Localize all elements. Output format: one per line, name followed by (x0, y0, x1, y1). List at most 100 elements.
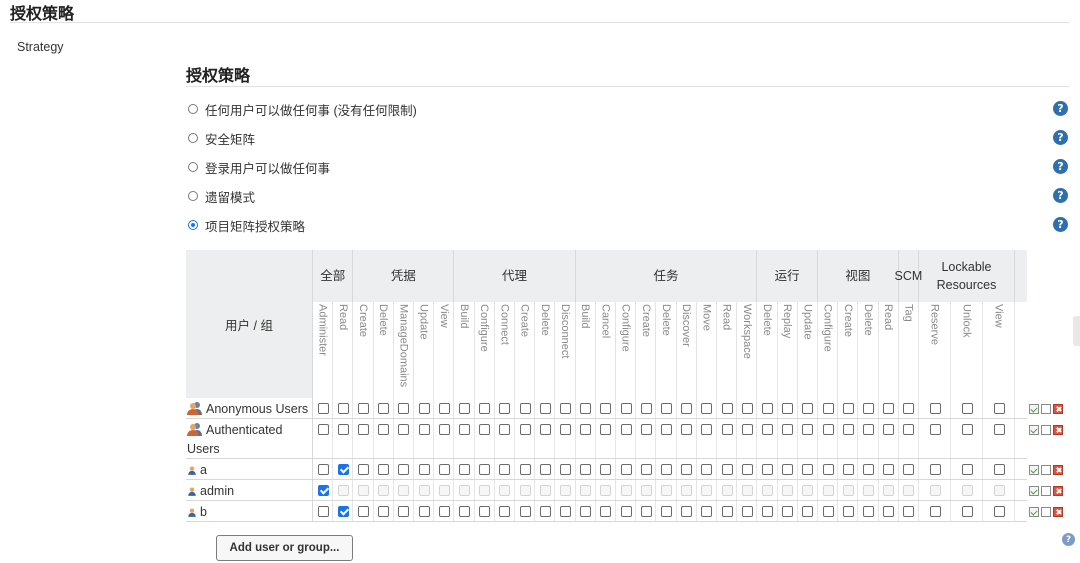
permission-checkbox[interactable] (499, 485, 511, 496)
permission-checkbox[interactable] (317, 403, 329, 414)
permission-checkbox[interactable] (499, 506, 511, 517)
permission-checkbox[interactable] (378, 403, 390, 414)
permission-checkbox[interactable] (721, 464, 733, 475)
permission-checkbox[interactable] (903, 403, 915, 414)
permission-checkbox[interactable] (993, 485, 1005, 496)
permission-checkbox[interactable] (640, 424, 652, 435)
permission-checkbox[interactable] (883, 506, 895, 517)
permission-checkbox[interactable] (438, 403, 450, 414)
select-all-icon[interactable] (1029, 486, 1039, 496)
permission-checkbox[interactable] (459, 485, 470, 496)
permission-checkbox[interactable] (560, 485, 571, 496)
permission-checkbox[interactable] (539, 403, 551, 414)
strategy-radio[interactable] (188, 220, 198, 230)
permission-checkbox[interactable] (701, 424, 713, 435)
permission-checkbox[interactable] (661, 403, 672, 414)
permission-checkbox[interactable] (499, 424, 511, 435)
permission-checkbox[interactable] (993, 464, 1005, 475)
permission-checkbox[interactable] (741, 485, 753, 496)
permission-checkbox[interactable] (519, 506, 531, 517)
permission-checkbox[interactable] (661, 464, 672, 475)
permission-checkbox[interactable] (822, 506, 834, 517)
permission-checkbox[interactable] (580, 403, 592, 414)
permission-checkbox[interactable] (358, 464, 369, 475)
permission-checkbox[interactable] (961, 464, 973, 475)
remove-icon[interactable] (1053, 507, 1063, 517)
permission-checkbox[interactable] (802, 485, 814, 496)
permission-checkbox[interactable] (681, 403, 693, 414)
permission-checkbox[interactable] (378, 424, 390, 435)
unselect-all-icon[interactable] (1041, 486, 1051, 496)
permission-checkbox[interactable] (883, 485, 895, 496)
permission-checkbox[interactable] (903, 464, 915, 475)
strategy-radio[interactable] (188, 104, 198, 114)
permission-checkbox[interactable] (721, 424, 733, 435)
permission-checkbox[interactable] (337, 506, 349, 517)
permission-checkbox[interactable] (701, 403, 713, 414)
permission-checkbox[interactable] (378, 506, 390, 517)
add-user-or-group-button[interactable]: Add user or group... (216, 535, 353, 561)
permission-checkbox[interactable] (560, 464, 571, 475)
permission-checkbox[interactable] (479, 464, 491, 475)
permission-checkbox[interactable] (721, 485, 733, 496)
permission-checkbox[interactable] (519, 403, 531, 414)
permission-checkbox[interactable] (620, 424, 632, 435)
permission-checkbox[interactable] (661, 424, 672, 435)
permission-checkbox[interactable] (418, 403, 430, 414)
permission-checkbox[interactable] (337, 485, 349, 496)
permission-checkbox[interactable] (438, 506, 450, 517)
permission-checkbox[interactable] (560, 424, 571, 435)
permission-checkbox[interactable] (802, 506, 814, 517)
remove-icon[interactable] (1053, 486, 1063, 496)
permission-checkbox[interactable] (782, 464, 794, 475)
remove-icon[interactable] (1053, 404, 1063, 414)
permission-checkbox[interactable] (741, 424, 753, 435)
permission-checkbox[interactable] (580, 464, 592, 475)
help-icon[interactable]: ? (1053, 159, 1068, 174)
permission-checkbox[interactable] (782, 506, 794, 517)
permission-checkbox[interactable] (398, 424, 410, 435)
permission-checkbox[interactable] (580, 506, 592, 517)
permission-checkbox[interactable] (317, 506, 329, 517)
permission-checkbox[interactable] (701, 485, 713, 496)
permission-checkbox[interactable] (802, 424, 814, 435)
unselect-all-icon[interactable] (1041, 507, 1051, 517)
permission-checkbox[interactable] (762, 506, 773, 517)
unselect-all-icon[interactable] (1041, 465, 1051, 475)
permission-checkbox[interactable] (519, 485, 531, 496)
permission-checkbox[interactable] (620, 485, 632, 496)
permission-checkbox[interactable] (782, 485, 794, 496)
permission-checkbox[interactable] (762, 424, 773, 435)
permission-checkbox[interactable] (539, 506, 551, 517)
permission-checkbox[interactable] (883, 424, 895, 435)
permission-checkbox[interactable] (640, 485, 652, 496)
permission-checkbox[interactable] (600, 464, 612, 475)
permission-checkbox[interactable] (459, 506, 470, 517)
permission-checkbox[interactable] (418, 424, 430, 435)
remove-icon[interactable] (1053, 425, 1063, 435)
permission-checkbox[interactable] (863, 485, 874, 496)
permission-checkbox[interactable] (398, 506, 410, 517)
permission-checkbox[interactable] (863, 464, 874, 475)
permission-checkbox[interactable] (438, 485, 450, 496)
permission-checkbox[interactable] (620, 506, 632, 517)
select-all-icon[interactable] (1029, 404, 1039, 414)
permission-checkbox[interactable] (459, 464, 470, 475)
help-icon[interactable]: ? (1053, 217, 1068, 232)
permission-checkbox[interactable] (620, 464, 632, 475)
permission-checkbox[interactable] (929, 506, 941, 517)
permission-checkbox[interactable] (762, 485, 773, 496)
remove-icon[interactable] (1053, 465, 1063, 475)
select-all-icon[interactable] (1029, 465, 1039, 475)
permission-checkbox[interactable] (539, 464, 551, 475)
permission-checkbox[interactable] (822, 424, 834, 435)
permission-checkbox[interactable] (993, 403, 1005, 414)
select-all-icon[interactable] (1029, 425, 1039, 435)
permission-checkbox[interactable] (560, 506, 571, 517)
permission-checkbox[interactable] (701, 464, 713, 475)
permission-checkbox[interactable] (842, 485, 854, 496)
permission-checkbox[interactable] (863, 424, 874, 435)
permission-checkbox[interactable] (842, 403, 854, 414)
permission-checkbox[interactable] (681, 485, 693, 496)
permission-checkbox[interactable] (782, 403, 794, 414)
